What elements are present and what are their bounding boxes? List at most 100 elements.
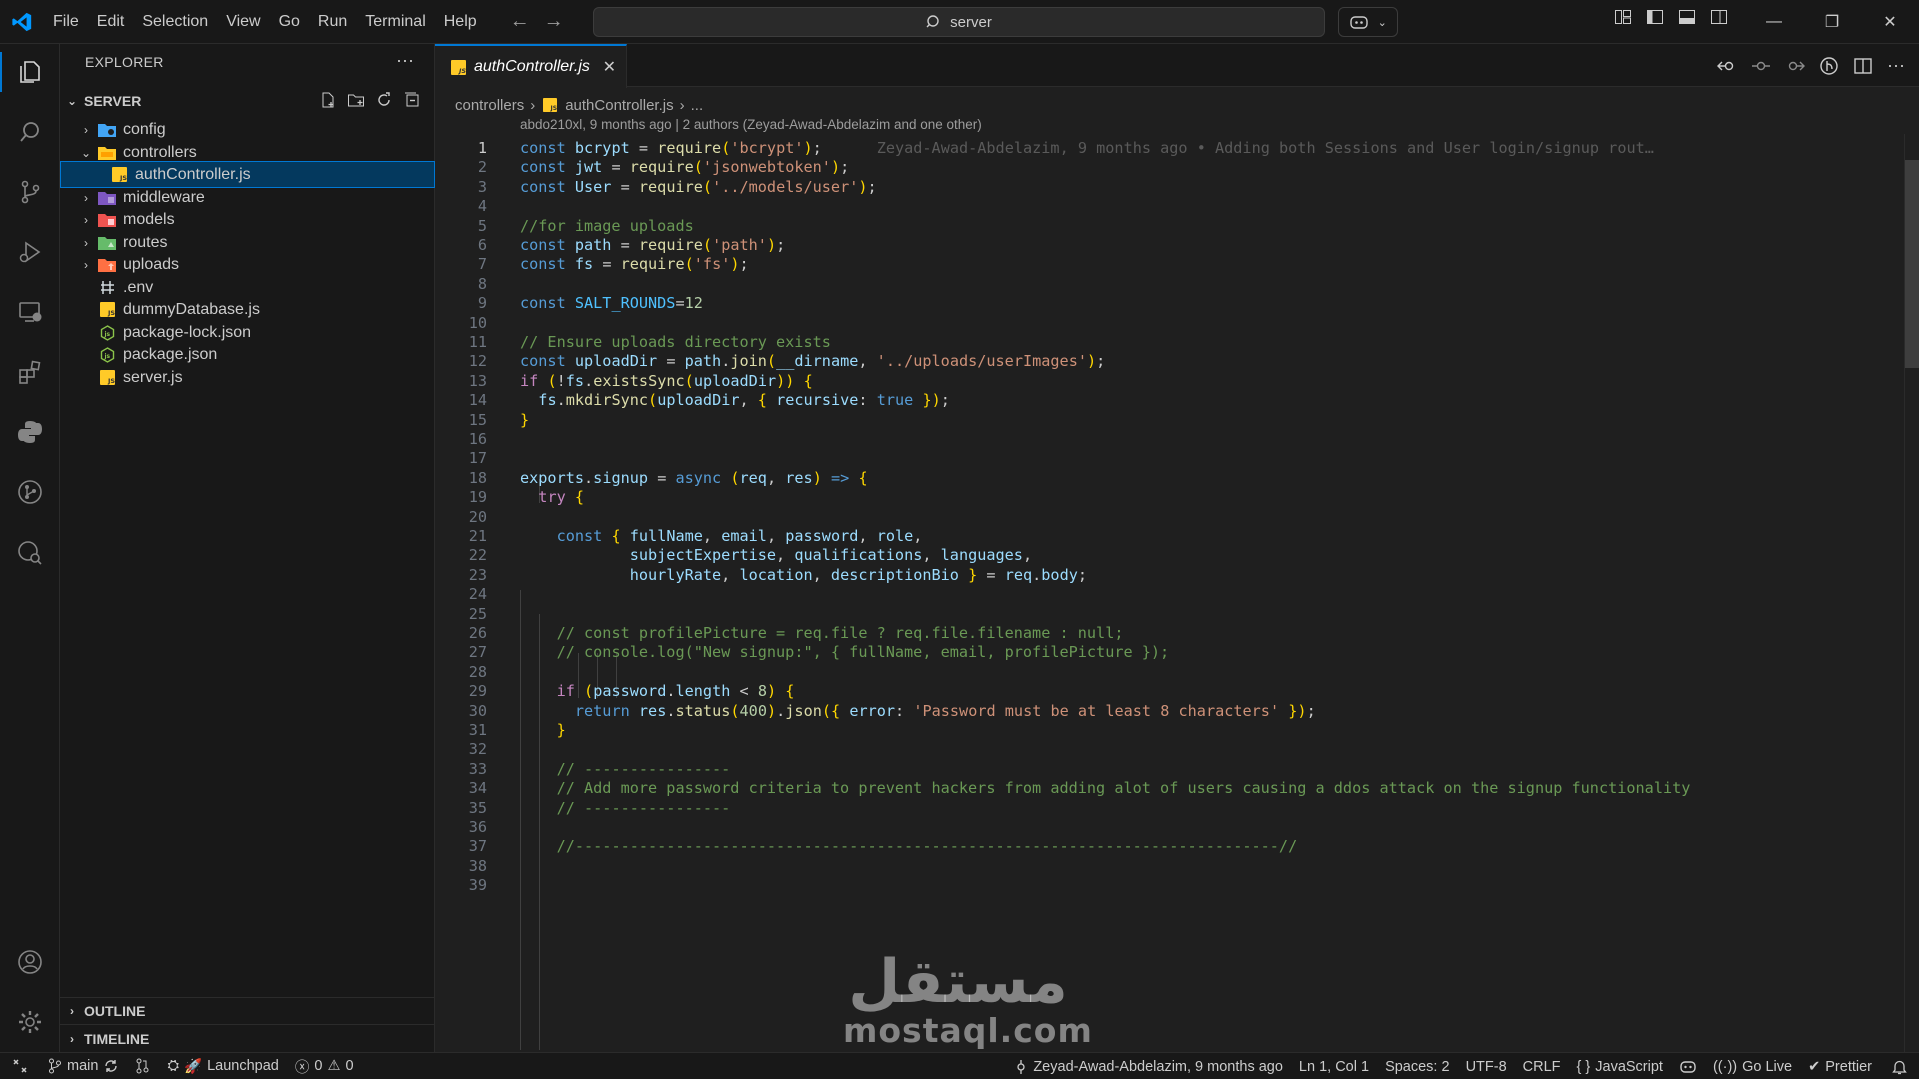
forward-arrow-icon[interactable]: → bbox=[544, 10, 564, 33]
next-change-icon[interactable] bbox=[1785, 56, 1806, 76]
command-center-search[interactable]: server bbox=[593, 7, 1325, 37]
timeline-search-icon[interactable] bbox=[10, 532, 50, 572]
menu-selection[interactable]: Selection bbox=[133, 0, 217, 44]
accounts-icon[interactable] bbox=[10, 942, 50, 982]
timeline-section-header[interactable]: › TIMELINE bbox=[60, 1024, 435, 1052]
chevron-right-icon: › bbox=[70, 1004, 74, 1018]
previous-change-icon[interactable] bbox=[1751, 56, 1771, 76]
close-icon[interactable]: ✕ bbox=[603, 57, 616, 77]
tree-item-label: package-lock.json bbox=[123, 323, 252, 341]
tree-item-label: uploads bbox=[123, 255, 180, 273]
vertical-scrollbar[interactable] bbox=[1905, 160, 1919, 368]
toggle-panel-icon[interactable] bbox=[1678, 8, 1696, 26]
new-folder-icon[interactable] bbox=[347, 91, 365, 109]
problems-status[interactable]: ⓧ 0 ⚠ 0 bbox=[287, 1053, 362, 1079]
indentation[interactable]: Spaces: 2 bbox=[1377, 1053, 1458, 1079]
python-icon[interactable] bbox=[10, 412, 50, 452]
folder-root-header[interactable]: ⌄ SERVER bbox=[60, 88, 435, 114]
nodejs-file-icon: js bbox=[98, 346, 116, 363]
status-bar: main ⛭ 🚀 Launchpad ⓧ 0 ⚠ 0 Zeyad-Awad-Ab… bbox=[0, 1052, 1919, 1079]
title-bar: File Edit Selection View Go Run Terminal… bbox=[0, 0, 1919, 44]
new-file-icon[interactable] bbox=[319, 91, 337, 109]
menu-view[interactable]: View bbox=[217, 0, 269, 44]
open-changes-icon[interactable] bbox=[1717, 56, 1737, 76]
breadcrumb-folder[interactable]: controllers bbox=[455, 97, 524, 114]
end-of-line[interactable]: CRLF bbox=[1515, 1053, 1569, 1079]
git-blame-status[interactable]: Zeyad-Awad-Abdelazim, 9 months ago bbox=[1006, 1053, 1291, 1079]
source-control-icon[interactable] bbox=[10, 172, 50, 212]
prettier-label: Prettier bbox=[1825, 1058, 1872, 1075]
menu-edit[interactable]: Edit bbox=[88, 0, 134, 44]
language-mode[interactable]: { } JavaScript bbox=[1569, 1053, 1671, 1079]
close-window-button[interactable]: ✕ bbox=[1861, 0, 1919, 44]
toggle-secondary-sidebar-icon[interactable] bbox=[1710, 8, 1728, 26]
toggle-primary-sidebar-icon[interactable] bbox=[1646, 8, 1664, 26]
code-line[interactable]: 39 bbox=[435, 873, 1895, 897]
sync-icon bbox=[105, 1060, 118, 1072]
collapse-all-icon[interactable] bbox=[403, 91, 421, 109]
outline-section-header[interactable]: › OUTLINE bbox=[60, 997, 435, 1024]
tree-item-label: authController.js bbox=[135, 165, 251, 183]
customize-layout-icon[interactable] bbox=[1614, 8, 1632, 26]
more-actions-icon[interactable]: ··· bbox=[396, 50, 414, 71]
rocket-icon: ⛭ bbox=[167, 1058, 180, 1074]
search-icon[interactable] bbox=[10, 112, 50, 152]
nodejs-file-icon: js bbox=[98, 324, 116, 341]
git-graph-icon[interactable] bbox=[10, 472, 50, 512]
menu-run[interactable]: Run bbox=[309, 0, 356, 44]
git-compare-icon bbox=[136, 1058, 149, 1074]
notifications-button[interactable] bbox=[1880, 1053, 1919, 1079]
menu-help[interactable]: Help bbox=[435, 0, 486, 44]
tree-item-label: server.js bbox=[123, 368, 183, 386]
git-branch-status[interactable]: main bbox=[40, 1053, 127, 1079]
javascript-file-icon: JS bbox=[98, 370, 116, 386]
split-editor-icon[interactable] bbox=[1853, 56, 1873, 76]
svg-text:JS: JS bbox=[457, 67, 466, 75]
more-actions-icon[interactable]: ··· bbox=[1887, 56, 1905, 76]
minimize-button[interactable]: — bbox=[1745, 0, 1803, 44]
code-editor[interactable]: 1 const bcrypt = require('bcrypt'); Zeyad… bbox=[435, 134, 1919, 1052]
remote-indicator[interactable] bbox=[0, 1053, 40, 1079]
restore-button[interactable]: ❐ bbox=[1803, 0, 1861, 44]
chevron-right-icon: › bbox=[679, 96, 685, 114]
prettier-status[interactable]: ✔ Prettier bbox=[1800, 1053, 1880, 1079]
launchpad-status[interactable]: ⛭ 🚀 Launchpad bbox=[159, 1053, 286, 1079]
refresh-icon[interactable] bbox=[375, 91, 393, 109]
go-live-button[interactable]: ((·)) Go Live bbox=[1705, 1053, 1800, 1079]
rocket-icon-2: 🚀 bbox=[184, 1058, 203, 1075]
tree-item-label: controllers bbox=[123, 143, 197, 161]
chevron-right-icon: › bbox=[70, 1031, 74, 1046]
remote-explorer-icon[interactable] bbox=[10, 292, 50, 332]
folder-open-controllers-icon bbox=[98, 145, 116, 161]
svg-text:js: js bbox=[103, 353, 110, 360]
breadcrumb-symbol[interactable]: ... bbox=[691, 97, 704, 114]
menu-file[interactable]: File bbox=[44, 0, 88, 44]
tree-item-server-js[interactable]: JS server.js bbox=[60, 364, 435, 391]
back-arrow-icon[interactable]: ← bbox=[510, 10, 530, 33]
breadcrumb-file[interactable]: authController.js bbox=[565, 97, 673, 114]
manage-gear-icon[interactable] bbox=[10, 1002, 50, 1042]
menu-go[interactable]: Go bbox=[270, 0, 309, 44]
menu-terminal[interactable]: Terminal bbox=[356, 0, 434, 44]
encoding[interactable]: UTF-8 bbox=[1458, 1053, 1515, 1079]
folder-middleware-icon bbox=[98, 190, 116, 206]
copilot-status[interactable] bbox=[1671, 1053, 1705, 1079]
run-debug-icon[interactable] bbox=[10, 232, 50, 272]
git-timeline-icon[interactable] bbox=[1819, 56, 1839, 76]
copilot-button[interactable]: ⌄ bbox=[1338, 7, 1398, 37]
tab-authcontroller[interactable]: JS authController.js ✕ bbox=[435, 44, 627, 88]
chevron-down-icon: ⌄ bbox=[1377, 16, 1387, 29]
tree-item-label: middleware bbox=[123, 188, 205, 206]
extensions-icon[interactable] bbox=[10, 352, 50, 392]
cursor-position[interactable]: Ln 1, Col 1 bbox=[1291, 1053, 1377, 1079]
folder-models-icon bbox=[98, 212, 116, 228]
outline-label: OUTLINE bbox=[84, 1003, 146, 1019]
copilot-icon bbox=[1350, 16, 1368, 29]
chevron-right-icon: › bbox=[84, 212, 88, 227]
svg-text:JS: JS bbox=[107, 309, 115, 317]
explorer-icon[interactable] bbox=[0, 52, 50, 92]
git-graph-status[interactable] bbox=[127, 1053, 159, 1079]
git-blame-codelens[interactable]: abdo210xl, 9 months ago | 2 authors (Zey… bbox=[520, 117, 982, 132]
watermark-logo: مستقل mostaql.com bbox=[843, 952, 1092, 1050]
language-label: JavaScript bbox=[1595, 1058, 1663, 1075]
